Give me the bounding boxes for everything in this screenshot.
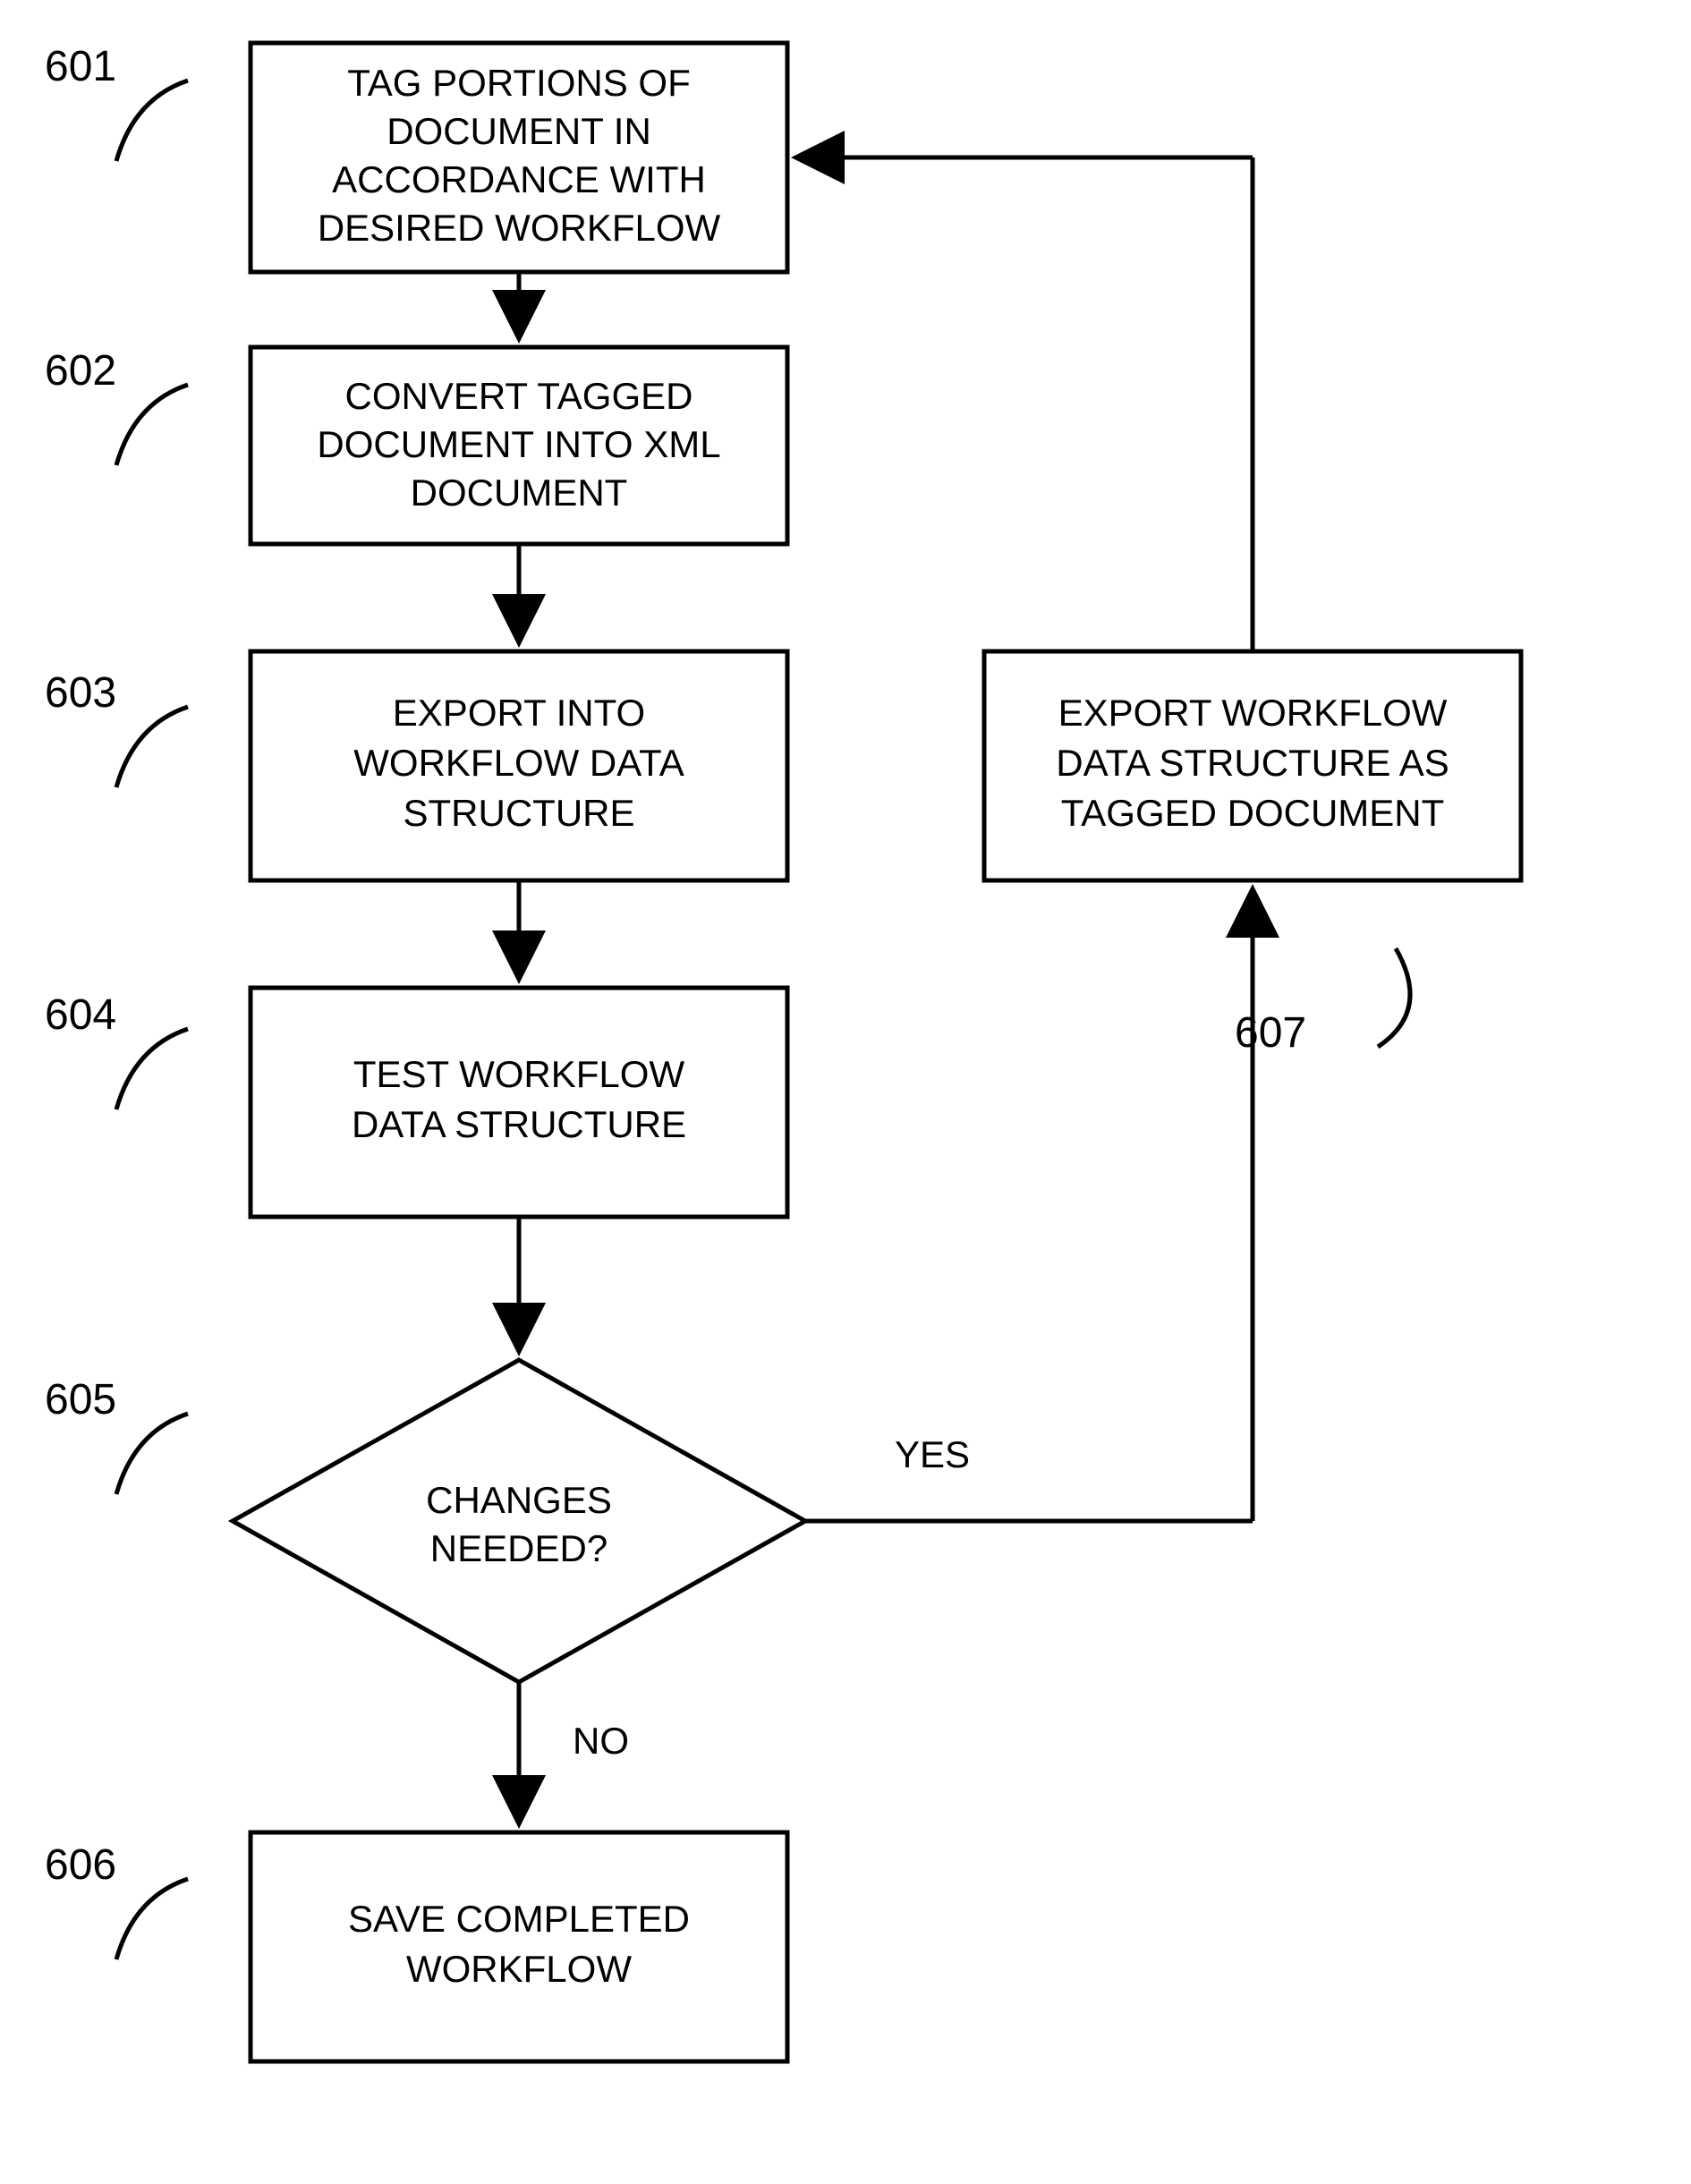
callout-603 (116, 707, 188, 787)
callout-606 (116, 1879, 188, 1959)
flowchart-diagram: TAG PORTIONS OF DOCUMENT IN ACCORDANCE W… (0, 0, 1691, 2184)
label-605: 605 (45, 1376, 116, 1423)
label-606: 606 (45, 1841, 116, 1889)
svg-text:DESIRED WORKFLOW: DESIRED WORKFLOW (318, 207, 721, 249)
b601-line3: DESIRED WORKFLOW (318, 207, 721, 249)
process-603: EXPORT INTO WORKFLOW DATA STRUCTURE (251, 651, 787, 880)
label-607: 607 (1235, 1009, 1306, 1057)
callout-604 (116, 1029, 188, 1109)
b605-line1: NEEDED? (430, 1527, 608, 1569)
svg-text:TAGGED DOCUMENT: TAGGED DOCUMENT (1061, 792, 1445, 834)
callout-607 (1378, 948, 1410, 1047)
b607-line2: TAGGED DOCUMENT (1061, 792, 1445, 834)
process-606: SAVE COMPLETED WORKFLOW (251, 1832, 787, 2061)
svg-text:SAVE COMPLETED: SAVE COMPLETED (348, 1898, 690, 1940)
b603-line1: WORKFLOW DATA (353, 742, 684, 784)
callout-601 (116, 81, 188, 161)
svg-text:WORKFLOW DATA: WORKFLOW DATA (353, 742, 684, 784)
b604-line1: DATA STRUCTURE (352, 1103, 686, 1145)
svg-text:ACCORDANCE WITH: ACCORDANCE WITH (332, 158, 706, 200)
b605-line0: CHANGES (426, 1479, 612, 1521)
callout-605 (116, 1414, 188, 1494)
svg-text:EXPORT WORKFLOW: EXPORT WORKFLOW (1058, 692, 1448, 734)
process-607: EXPORT WORKFLOW DATA STRUCTURE AS TAGGED… (984, 651, 1521, 880)
label-602: 602 (45, 347, 116, 395)
b601-line1: DOCUMENT IN (387, 110, 651, 152)
b602-line1: DOCUMENT INTO XML (317, 423, 720, 465)
edge-no-label: NO (573, 1720, 629, 1762)
b607-line0: EXPORT WORKFLOW (1058, 692, 1448, 734)
svg-text:DOCUMENT INTO XML: DOCUMENT INTO XML (317, 423, 720, 465)
svg-text:DATA STRUCTURE: DATA STRUCTURE (352, 1103, 686, 1145)
b601-line0: TAG PORTIONS OF (347, 62, 690, 104)
svg-text:WORKFLOW: WORKFLOW (406, 1948, 632, 1990)
b604-line0: TEST WORKFLOW (353, 1053, 685, 1095)
b602-line0: CONVERT TAGGED (345, 375, 693, 417)
svg-text:CHANGES: CHANGES (426, 1479, 612, 1521)
b601-line2: ACCORDANCE WITH (332, 158, 706, 200)
svg-text:DOCUMENT IN: DOCUMENT IN (387, 110, 651, 152)
edge-yes-label: YES (895, 1433, 970, 1475)
svg-text:DATA STRUCTURE AS: DATA STRUCTURE AS (1056, 742, 1449, 784)
callout-602 (116, 385, 188, 465)
label-604: 604 (45, 991, 116, 1039)
b607-line1: DATA STRUCTURE AS (1056, 742, 1449, 784)
svg-text:STRUCTURE: STRUCTURE (404, 792, 635, 834)
svg-text:EXPORT INTO: EXPORT INTO (393, 692, 645, 734)
svg-text:TAG PORTIONS OF: TAG PORTIONS OF (347, 62, 690, 104)
svg-text:DOCUMENT: DOCUMENT (411, 472, 628, 514)
b606-line1: WORKFLOW (406, 1948, 632, 1990)
process-602: CONVERT TAGGED DOCUMENT INTO XML DOCUMEN… (251, 347, 787, 544)
label-601: 601 (45, 43, 116, 90)
svg-text:NEEDED?: NEEDED? (430, 1527, 608, 1569)
b602-line2: DOCUMENT (411, 472, 628, 514)
svg-text:CONVERT TAGGED: CONVERT TAGGED (345, 375, 693, 417)
svg-text:TEST WORKFLOW: TEST WORKFLOW (353, 1053, 685, 1095)
process-601: TAG PORTIONS OF DOCUMENT IN ACCORDANCE W… (251, 43, 787, 272)
label-603: 603 (45, 669, 116, 717)
b603-line0: EXPORT INTO (393, 692, 645, 734)
process-604: TEST WORKFLOW DATA STRUCTURE (251, 988, 787, 1217)
b606-line0: SAVE COMPLETED (348, 1898, 690, 1940)
decision-605: CHANGES NEEDED? (233, 1360, 805, 1682)
b603-line2: STRUCTURE (404, 792, 635, 834)
